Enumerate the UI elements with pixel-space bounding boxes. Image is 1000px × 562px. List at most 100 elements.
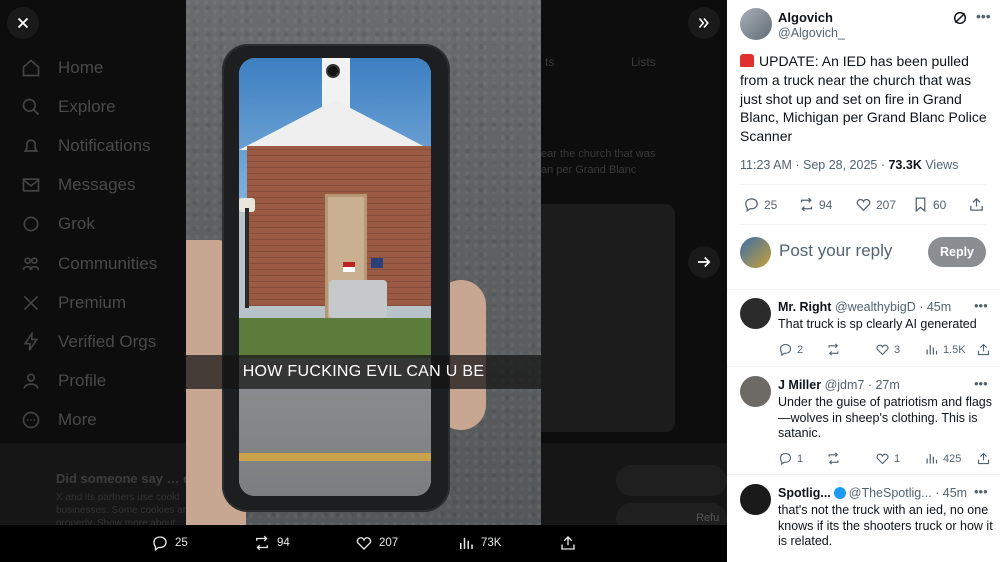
reply-icon — [745, 198, 758, 213]
like-count: 207 — [379, 537, 399, 549]
avatar[interactable] — [740, 298, 771, 329]
share-icon — [561, 536, 575, 550]
more-circle-icon — [20, 409, 42, 431]
share-action[interactable] — [559, 534, 583, 552]
reply-icon — [779, 343, 792, 357]
more-icon[interactable]: ••• — [974, 376, 988, 391]
reply-share-button[interactable] — [976, 451, 995, 466]
share-icon — [970, 197, 983, 211]
author-name[interactable]: Algovich — [778, 10, 833, 25]
bg-tab-label-lists: Lists — [631, 55, 656, 69]
reply-button[interactable]: Reply — [928, 237, 986, 267]
collapse-panel-button[interactable] — [688, 7, 720, 39]
cookie-title: Did someone say … c — [56, 471, 191, 486]
reply-comment-button[interactable]: 1 — [778, 451, 803, 466]
bookmark-icon — [915, 197, 926, 213]
author-handle[interactable]: @Algovich_ — [778, 26, 845, 40]
reply-author-name[interactable]: Spotlig... — [778, 486, 831, 500]
reply-time[interactable]: · 27m — [868, 378, 900, 392]
reply-like-button[interactable]: 3 — [875, 342, 900, 357]
reply-like-count: 1 — [894, 452, 901, 465]
avatar[interactable] — [740, 484, 771, 515]
reply-comment-count: 2 — [797, 343, 804, 356]
reply-like-button[interactable]: 1 — [875, 451, 900, 466]
photo-phone — [222, 44, 450, 512]
reply-views-button[interactable]: 1.5K — [924, 342, 966, 357]
more-icon[interactable]: ••• — [974, 298, 988, 313]
like-action[interactable]: 207 — [355, 534, 398, 552]
reply-author-name[interactable]: J Miller — [778, 378, 821, 392]
flag — [343, 262, 355, 272]
repost-icon — [828, 452, 839, 465]
grok-icon[interactable] — [952, 10, 968, 26]
reply-views-button[interactable]: 425 — [924, 451, 961, 466]
sidebar-item-profile[interactable]: Profile — [20, 362, 157, 401]
tweet-repost-button[interactable]: 94 — [798, 196, 832, 213]
divider — [740, 184, 987, 185]
sidebar-item-notifications[interactable]: Notifications — [20, 126, 157, 165]
tweet-bookmark-button[interactable]: 60 — [912, 196, 946, 213]
more-icon[interactable]: ••• — [976, 8, 991, 24]
reply-repost-button[interactable] — [826, 451, 845, 466]
sidebar-item-grok[interactable]: Grok — [20, 205, 157, 244]
reply-item[interactable]: J Miller @jdm7 · 27m ••• Under the guise… — [727, 376, 1000, 472]
sidebar-item-home[interactable]: Home — [20, 48, 157, 87]
reply-action[interactable]: 25 — [151, 534, 188, 552]
media-photo[interactable]: HOW FUCKING EVIL CAN U BE — [186, 0, 541, 525]
bg-partial-text: ear the church that was — [541, 148, 656, 160]
avatar[interactable] — [740, 376, 771, 407]
tweet-author[interactable]: Algovich @Algovich_ — [740, 8, 845, 40]
reply-count: 25 — [175, 537, 188, 549]
reply-author-handle[interactable]: @wealthybigD — [835, 300, 916, 314]
reply-item[interactable]: Mr. Right @wealthybigD · 45m ••• That tr… — [727, 298, 1000, 366]
sidebar-label: Premium — [58, 292, 127, 312]
reply-composer: Reply — [740, 236, 990, 270]
alert-icon — [740, 54, 754, 67]
reply-time[interactable]: · 45m — [935, 486, 967, 500]
like-icon — [856, 198, 871, 212]
sidebar-item-verified-orgs[interactable]: Verified Orgs — [20, 322, 157, 361]
reply-comment-button[interactable]: 2 — [778, 342, 803, 357]
close-button[interactable] — [7, 7, 39, 39]
bg-partial-text-2: an per Grand Blanc — [541, 164, 637, 176]
sidebar-item-communities[interactable]: Communities — [20, 244, 157, 283]
tweet-repost-count: 94 — [819, 197, 833, 212]
phone-screen — [239, 58, 431, 496]
tweet-reply-button[interactable]: 25 — [743, 196, 777, 213]
repost-action[interactable]: 94 — [253, 534, 290, 552]
tweet-bookmark-count: 60 — [933, 197, 947, 212]
sidebar-label: Grok — [58, 214, 95, 234]
bell-icon — [20, 135, 42, 157]
views-action[interactable]: 73K — [457, 534, 501, 552]
reply-input[interactable] — [779, 241, 919, 261]
reply-item[interactable]: Spotlig... @TheSpotlig... · 45m ••• that'… — [727, 484, 1000, 562]
like-icon — [876, 344, 889, 356]
reply-header: Mr. Right @wealthybigD · 45m — [778, 300, 968, 314]
accept-cookies-button[interactable] — [616, 465, 727, 496]
tweet-panel: Algovich @Algovich_ ••• UPDATE: An IED h… — [727, 0, 1000, 562]
reply-author-handle[interactable]: @TheSpotlig... — [849, 486, 932, 500]
tweet-like-button[interactable]: 207 — [855, 196, 896, 213]
reply-time[interactable]: · 45m — [919, 300, 951, 314]
next-media-button[interactable] — [688, 246, 720, 278]
share-icon — [977, 452, 990, 465]
reply-views-count: 425 — [943, 452, 962, 465]
tweet-share-button[interactable] — [968, 196, 989, 213]
tweet-views-label: Views — [921, 158, 959, 172]
sidebar-item-messages[interactable]: Messages — [20, 166, 157, 205]
reply-author-handle[interactable]: @jdm7 — [825, 378, 865, 392]
sidebar-item-premium[interactable]: Premium — [20, 283, 157, 322]
share-icon — [977, 343, 990, 356]
divider — [727, 289, 1000, 290]
reply-author-name[interactable]: Mr. Right — [778, 300, 831, 314]
road-line — [239, 453, 431, 461]
people-icon — [20, 253, 42, 275]
sidebar-item-explore[interactable]: Explore — [20, 87, 157, 126]
avatar[interactable] — [740, 8, 772, 40]
more-icon[interactable]: ••• — [974, 484, 988, 499]
sidebar-item-more[interactable]: More — [20, 401, 157, 440]
reply-share-button[interactable] — [976, 342, 995, 357]
tweet-timestamp[interactable]: 11:23 AM · Sep 28, 2025 · — [740, 158, 888, 172]
divider — [727, 366, 1000, 367]
reply-repost-button[interactable] — [826, 342, 845, 357]
